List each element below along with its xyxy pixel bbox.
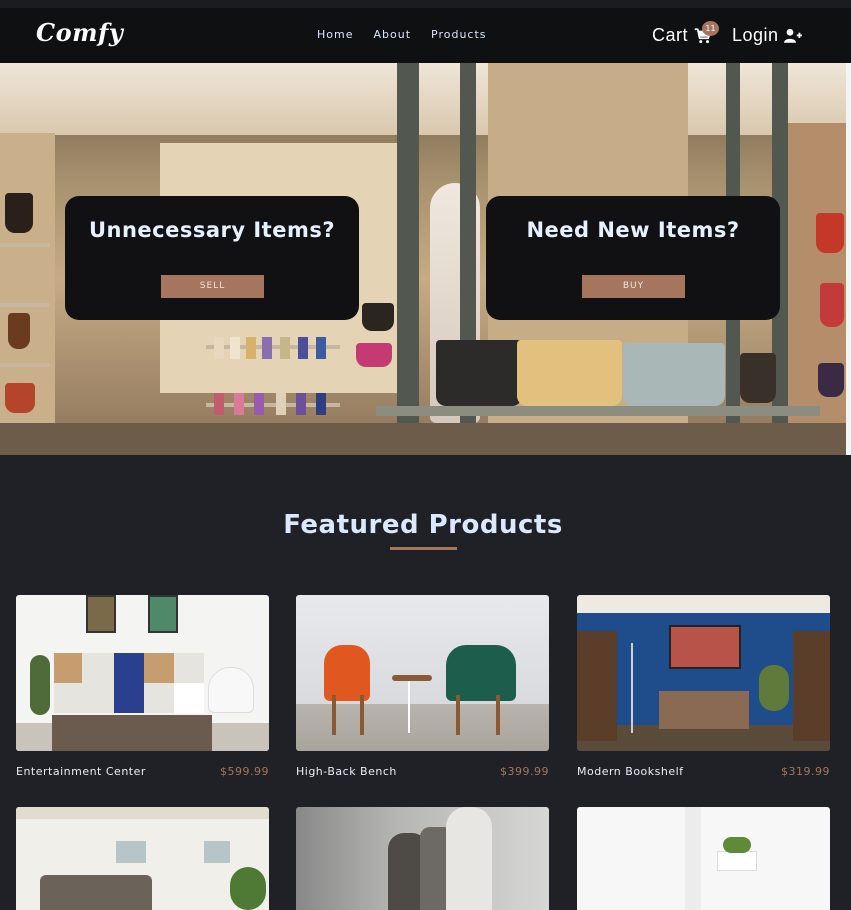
hero-book	[262, 337, 272, 359]
planter	[717, 851, 757, 871]
nav-link-about[interactable]: About	[373, 28, 411, 41]
hero-bag	[818, 363, 844, 397]
hero-display-table	[376, 406, 820, 416]
cart-label: Cart	[652, 25, 689, 45]
hero-book	[316, 393, 326, 415]
bookshelf	[793, 631, 830, 741]
buy-button[interactable]: BUY	[582, 275, 685, 298]
product-image[interactable]	[577, 807, 830, 910]
product-image[interactable]	[296, 595, 549, 751]
hero-pillar	[397, 63, 419, 455]
navbar-top-strip	[0, 0, 851, 8]
buy-card: Need New Items? BUY	[486, 196, 780, 320]
hero-bag	[8, 313, 30, 349]
hero-book	[214, 393, 224, 415]
side-table	[392, 675, 432, 681]
hero-bag	[362, 303, 394, 331]
hero-shelf	[0, 363, 50, 367]
wall-art	[86, 595, 116, 633]
floor-lamp	[631, 643, 633, 733]
login-label: Login	[732, 25, 779, 45]
ceiling-beams	[16, 807, 269, 819]
hero-book	[276, 393, 286, 415]
hero-bag	[816, 213, 844, 253]
plant	[723, 837, 751, 853]
plant	[230, 867, 266, 910]
hero-book	[280, 337, 290, 359]
cart-count-badge: 11	[702, 21, 719, 36]
chair	[446, 645, 516, 701]
plant	[30, 655, 50, 715]
chair	[324, 645, 370, 701]
hero-bag	[356, 343, 392, 367]
sell-card: Unnecessary Items? SELL	[65, 196, 359, 320]
cabinet-door	[54, 653, 82, 683]
hero-book	[214, 337, 224, 359]
hero-floor	[0, 423, 846, 455]
chair-leg	[332, 695, 336, 735]
product-name[interactable]: High-Back Bench	[296, 765, 397, 778]
logo[interactable]: Comfy	[36, 18, 123, 47]
hero-bag	[740, 353, 776, 403]
vase	[446, 807, 492, 910]
hero-book	[298, 337, 308, 359]
hero-bag	[5, 383, 35, 413]
nav-link-home[interactable]: Home	[317, 28, 353, 41]
chair-leg	[456, 695, 460, 735]
product-image[interactable]	[16, 595, 269, 751]
cabinet-door	[114, 653, 144, 713]
product-price: $399.99	[500, 765, 549, 778]
hero-book	[316, 337, 326, 359]
product-image[interactable]	[16, 807, 269, 910]
dresser	[659, 691, 749, 729]
product-price: $599.99	[220, 765, 269, 778]
wall-art	[669, 625, 741, 669]
ceiling	[577, 595, 830, 613]
title-underline	[390, 547, 457, 550]
product-price: $319.99	[781, 765, 830, 778]
hero-book	[246, 337, 256, 359]
product-name[interactable]: Entertainment Center	[16, 765, 146, 778]
sell-button[interactable]: SELL	[161, 275, 264, 298]
hero-bag	[820, 283, 844, 327]
sell-card-title: Unnecessary Items?	[88, 218, 336, 242]
login-button[interactable]: Login	[732, 25, 802, 46]
navbar: Comfy Home About Products Cart 11 Login	[0, 0, 851, 63]
chair	[208, 667, 254, 713]
hero-bag	[5, 193, 33, 233]
wall-art	[148, 595, 178, 633]
scrollbar-track[interactable]	[846, 63, 851, 455]
featured-products-title: Featured Products	[283, 510, 563, 540]
nav-link-products[interactable]: Products	[431, 28, 487, 41]
cabinet-door	[144, 653, 174, 683]
sofa	[40, 875, 152, 910]
cabinet-door	[174, 683, 204, 713]
window	[116, 841, 146, 863]
window	[204, 841, 230, 863]
product-name[interactable]: Modern Bookshelf	[577, 765, 684, 778]
plant	[759, 665, 789, 711]
user-plus-icon	[783, 28, 802, 43]
chair-leg	[496, 695, 500, 735]
hero-shelf	[0, 243, 50, 247]
hero-ceiling	[0, 63, 846, 135]
hero-book	[234, 393, 244, 415]
hero-book	[254, 393, 264, 415]
side-table-leg	[408, 681, 410, 733]
hero-book	[296, 393, 306, 415]
bookshelf	[577, 631, 617, 741]
buy-card-title: Need New Items?	[526, 218, 740, 242]
hero-shelf	[0, 303, 50, 307]
rug	[52, 715, 212, 751]
window-frame	[685, 807, 701, 910]
hero-bag	[436, 340, 522, 406]
hero-book	[230, 337, 240, 359]
product-image[interactable]	[577, 595, 830, 751]
hero-bag	[517, 340, 622, 406]
nav-links: Home About Products	[317, 28, 507, 41]
product-image[interactable]	[296, 807, 549, 910]
hero-bag	[623, 343, 725, 406]
chair-leg	[360, 695, 364, 735]
